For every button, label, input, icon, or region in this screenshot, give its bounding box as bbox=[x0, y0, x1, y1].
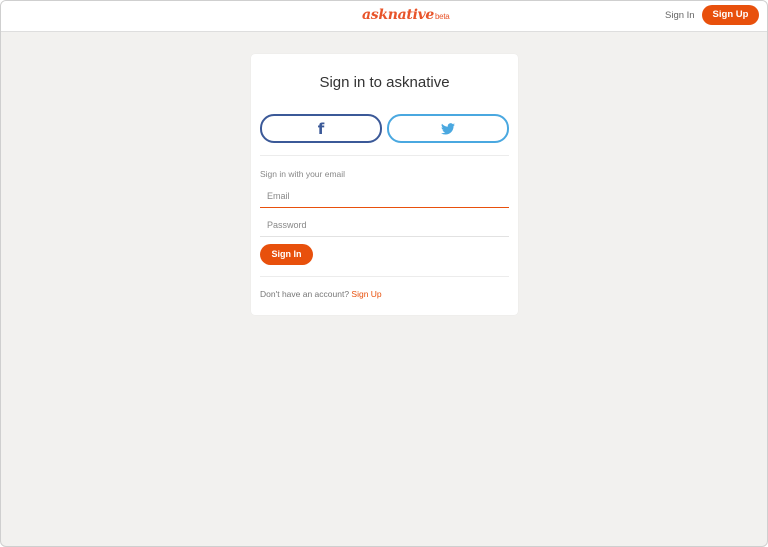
sign-in-title: Sign in to asknative bbox=[319, 74, 450, 91]
sign-in-card: Sign in to asknative f Sign in with your… bbox=[251, 54, 518, 315]
top-navigation-bar: asknativebeta Sign In Sign Up bbox=[1, 1, 767, 32]
nav-sign-in-link[interactable]: Sign In bbox=[665, 10, 695, 21]
logo-text: asknative bbox=[362, 7, 435, 23]
sign-in-button[interactable]: Sign In bbox=[260, 244, 313, 265]
divider bbox=[260, 276, 509, 277]
facebook-sign-in-button[interactable]: f bbox=[260, 114, 382, 143]
asknative-logo[interactable]: asknativebeta bbox=[362, 7, 450, 23]
twitter-icon bbox=[441, 122, 455, 135]
twitter-sign-in-button[interactable] bbox=[387, 114, 509, 143]
divider bbox=[260, 155, 509, 156]
sign-up-link[interactable]: Sign Up bbox=[351, 289, 381, 299]
password-field[interactable] bbox=[260, 213, 509, 237]
facebook-icon: f bbox=[317, 119, 325, 138]
sign-up-prompt: Don't have an account? Sign Up bbox=[260, 289, 382, 299]
beta-badge: beta bbox=[435, 12, 450, 21]
browser-frame: asknativebeta Sign In Sign Up Sign in to… bbox=[0, 0, 768, 547]
no-account-text: Don't have an account? bbox=[260, 289, 350, 299]
email-sign-in-caption: Sign in with your email bbox=[260, 169, 346, 179]
email-field[interactable] bbox=[260, 184, 509, 208]
nav-sign-up-button[interactable]: Sign Up bbox=[702, 5, 759, 25]
